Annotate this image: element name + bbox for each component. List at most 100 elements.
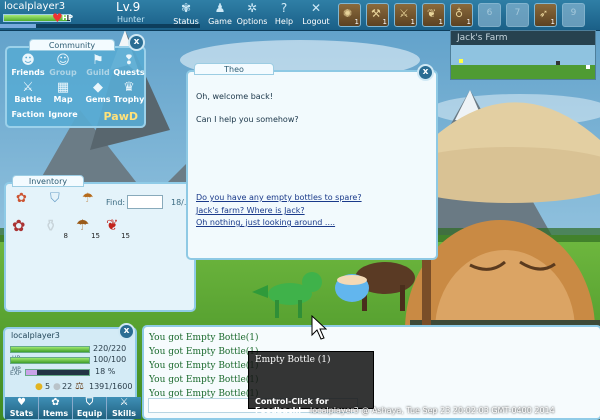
options-button[interactable]: ✲ Options (234, 0, 270, 30)
bow-icon: ➶ (539, 7, 549, 20)
log-line: You got Empty Bottle(1) (149, 375, 259, 385)
slot-number: 6 (486, 8, 493, 18)
faction-label: Faction (11, 110, 45, 119)
exp-bar (25, 369, 90, 376)
help-button[interactable]: ? Help (266, 0, 302, 30)
battle-label: Battle (14, 95, 42, 104)
dialog-option[interactable]: Do you have any empty bottles to spare? (196, 193, 362, 202)
hotbar-slot-3[interactable]: ⚔ 1 (394, 3, 417, 27)
hotbar-slot-2[interactable]: ⚒ 1 (366, 3, 389, 27)
inventory-item[interactable]: ☂ 15 (76, 216, 100, 240)
slot-count: 1 (354, 18, 359, 26)
friends-icon: ☻ (21, 53, 35, 68)
tab-stats-label: Stats (9, 409, 34, 418)
log-line: You got Empty Bottle(1) (149, 361, 259, 371)
status-button[interactable]: ✾ Status (168, 0, 204, 30)
minimap-ground (451, 65, 595, 79)
ignore-button[interactable]: Ignore (46, 110, 80, 119)
exp-value: 18 % (95, 367, 116, 376)
hotbar-slot-1[interactable]: ✺ 1 (338, 3, 361, 27)
status-label: Status (173, 17, 199, 26)
item-tooltip: Empty Bottle (1) Control-Click for Feedb… (248, 351, 374, 415)
map-button[interactable]: ▦ Map (46, 81, 80, 105)
inventory-panel: Inventory ✿ ⛉ ☂ Find: 18/... ✿ ⚱ 8 ☂ 15 ❦ 1… (4, 175, 196, 312)
gems-label: Gems (85, 95, 111, 104)
inventory-tab: Inventory (12, 175, 84, 187)
game-button[interactable]: ♟ Game (202, 0, 238, 30)
logout-button[interactable]: ✕ Logout (298, 0, 334, 30)
gems-button[interactable]: ◆ Gems (81, 81, 115, 105)
minimap-title: Jack's Farm (451, 31, 595, 45)
trophy-icon: ♛ (123, 80, 135, 95)
gear-icon: ✲ (246, 1, 258, 15)
red-leaf-icon: ❦ (106, 216, 119, 234)
dialog-option[interactable]: Oh nothing, just looking around .... (196, 218, 335, 227)
sword-icon: ⚔ (119, 397, 129, 408)
map-label: Map (53, 95, 73, 104)
mushroom-filter-icon[interactable]: ☂ (82, 191, 94, 206)
slot-count: 1 (466, 18, 471, 26)
find-label: Find: (106, 198, 126, 207)
hotbar-slot-8[interactable]: ➶ 1 (534, 3, 557, 27)
hp-bar (10, 346, 90, 353)
shield-filter-icon[interactable]: ⛉ (50, 191, 60, 206)
inventory-item[interactable]: ✿ (12, 216, 34, 238)
battle-button[interactable]: ⚔ Battle (11, 81, 45, 105)
npc-dialog-line: Oh, welcome back! (196, 92, 273, 101)
mp-bar (10, 357, 90, 364)
hotbar-slot-4[interactable]: ❦ 1 (422, 3, 445, 27)
exp-bar-fill (26, 370, 38, 375)
hotbar-slot-7[interactable]: 7 (506, 3, 529, 27)
building-marker (556, 61, 560, 65)
guild-icon: ⚑ (92, 53, 104, 68)
find-input[interactable] (127, 195, 163, 209)
ignore-label: Ignore (48, 110, 78, 119)
close-button[interactable]: x (417, 64, 434, 81)
plant-icon: ❦ (427, 7, 437, 20)
trophy-button[interactable]: ♛ Trophy (112, 80, 146, 105)
close-button[interactable]: x (118, 323, 135, 340)
tab-stats[interactable]: ♥ Stats (5, 397, 39, 419)
guild-button[interactable]: ⚑ Guild (81, 53, 115, 78)
status-line: localplayer3 @ Ashaya, Tue Sep 23 20:02:… (310, 406, 555, 415)
trophy-label: Trophy (113, 95, 145, 104)
heart-icon: ♥ (17, 397, 26, 408)
dialog-option[interactable]: Jack's farm? Where is Jack? (196, 206, 305, 215)
group-button[interactable]: ☺ Group (46, 54, 80, 78)
gold-value: 5 (45, 382, 51, 391)
tab-items[interactable]: ✿ Items (39, 397, 73, 419)
quests-button[interactable]: ❢ Quests (112, 54, 146, 78)
tool-icon: ⚒ (371, 7, 381, 20)
shield-icon: ⛉ (85, 397, 94, 408)
tab-skills-label: Skills (111, 409, 137, 418)
player-marker (459, 59, 463, 63)
creature-icon: ✺ (343, 7, 353, 20)
tab-skills[interactable]: ⚔ Skills (107, 397, 141, 419)
friends-button[interactable]: ☻ Friends (11, 53, 45, 78)
meat-filter-icon[interactable]: ✿ (16, 191, 27, 206)
gold-coin-icon: ● (35, 382, 43, 392)
tooltip-qty: (1) (317, 355, 331, 365)
tab-equip-label: Equip (76, 409, 103, 418)
mushroom-icon: ☂ (76, 216, 90, 234)
inventory-item[interactable]: ⚱ 8 (44, 216, 68, 240)
item-count: 8 (63, 232, 68, 240)
tab-equip[interactable]: ⛉ Equip (73, 397, 107, 419)
hp-label: HP (62, 14, 73, 22)
sword-icon: ⚔ (399, 7, 409, 20)
silver-value: 22 (62, 382, 73, 391)
hotbar-slot-9[interactable]: 9 (562, 3, 585, 27)
paw-icon: ✾ (180, 1, 192, 15)
faction-button[interactable]: Faction (11, 110, 45, 119)
close-button[interactable]: x (128, 34, 145, 51)
tooltip-title: Empty Bottle (1) (255, 355, 331, 365)
hotbar-slot-6[interactable]: 6 (478, 3, 501, 27)
stats-player-name: localplayer3 (11, 331, 60, 340)
slot-number: 9 (570, 8, 577, 18)
slot-count: 1 (550, 18, 555, 26)
community-panel: Community x ☻ Friends ☺ Group ⚑ Guild ❢ Ques… (5, 34, 146, 128)
inventory-item[interactable]: ❦ 15 (106, 216, 130, 240)
minimap[interactable]: Jack's Farm (450, 30, 596, 80)
hotbar-slot-5[interactable]: ♁ 1 (450, 3, 473, 27)
npc-marker (586, 65, 590, 69)
